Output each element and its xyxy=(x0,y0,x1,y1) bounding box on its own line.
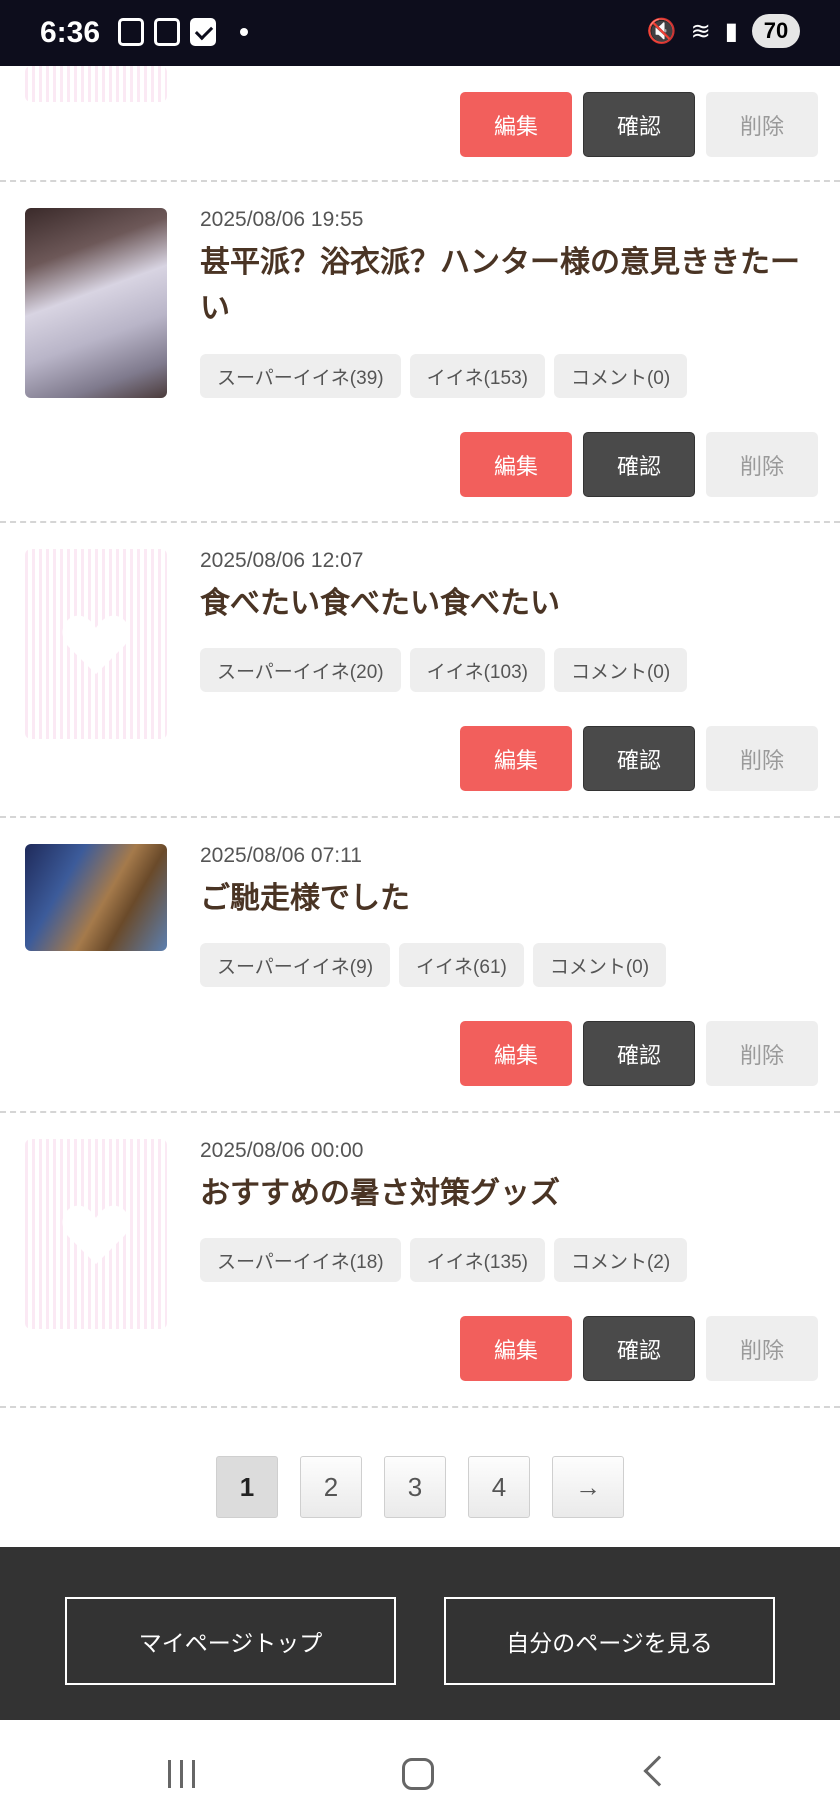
post-title[interactable]: 甚平派？浴衣派？ハンター様の意見ききたーい xyxy=(200,240,810,332)
pagination: 1 2 3 4 → xyxy=(0,1456,840,1518)
post-title[interactable]: おすすめの暑さ対策グッズ xyxy=(200,1171,810,1217)
like-count: イイネ(135) xyxy=(409,1238,545,1282)
notification-icons xyxy=(118,18,248,46)
status-bar: 6:36 🔇 ≋ ▮ 70 xyxy=(0,0,840,66)
super-like-count: スーパーイイネ(18) xyxy=(200,1238,401,1282)
screenshot-icon xyxy=(118,18,144,46)
heart-icon xyxy=(62,1205,130,1265)
super-like-count: スーパーイイネ(9) xyxy=(200,943,391,987)
delete-button[interactable]: 削除 xyxy=(706,432,818,497)
edit-button[interactable]: 編集 xyxy=(460,432,572,497)
post-item: 2025/08/06 12:07 食べたい食べたい食べたい スーパーイイネ(20… xyxy=(0,523,840,818)
like-count: イイネ(61) xyxy=(399,943,524,987)
post-item: 2025/08/06 19:55 甚平派？浴衣派？ハンター様の意見ききたーい ス… xyxy=(0,182,840,523)
post-item-partial: 編集 確認 削除 xyxy=(0,66,840,182)
edit-button[interactable]: 編集 xyxy=(460,726,572,791)
post-thumbnail[interactable] xyxy=(25,208,167,398)
next-page-button[interactable]: → xyxy=(552,1456,624,1518)
recent-apps-icon[interactable] xyxy=(168,1760,200,1788)
edit-button[interactable]: 編集 xyxy=(460,92,572,157)
page-4-button[interactable]: 4 xyxy=(468,1456,530,1518)
clipboard-icon xyxy=(154,18,180,46)
confirm-button[interactable]: 確認 xyxy=(583,1021,695,1086)
signal-icon: ▮ xyxy=(724,17,738,45)
system-nav-bar xyxy=(0,1720,840,1820)
more-notifications-dot xyxy=(240,28,248,36)
confirm-button[interactable]: 確認 xyxy=(583,432,695,497)
mypage-top-button[interactable]: マイページトップ xyxy=(65,1597,396,1685)
post-date: 2025/08/06 19:55 xyxy=(200,208,364,231)
view-my-page-button[interactable]: 自分のページを見る xyxy=(444,1597,775,1685)
status-time: 6:36 xyxy=(40,16,101,49)
super-like-count: スーパーイイネ(39) xyxy=(200,354,401,398)
delete-button[interactable]: 削除 xyxy=(706,1021,818,1086)
delete-button[interactable]: 削除 xyxy=(706,1316,818,1381)
back-icon[interactable] xyxy=(643,1755,675,1787)
checkbox-icon xyxy=(190,18,216,46)
page-2-button[interactable]: 2 xyxy=(300,1456,362,1518)
battery-indicator: 70 xyxy=(752,14,800,48)
footer: マイページトップ 自分のページを見る xyxy=(0,1547,840,1720)
comment-count: コメント(0) xyxy=(553,354,688,398)
post-thumbnail[interactable] xyxy=(25,844,167,951)
post-thumbnail[interactable] xyxy=(25,66,167,102)
like-count: イイネ(153) xyxy=(409,354,545,398)
delete-button[interactable]: 削除 xyxy=(706,726,818,791)
super-like-count: スーパーイイネ(20) xyxy=(200,648,401,692)
post-item: 2025/08/06 00:00 おすすめの暑さ対策グッズ スーパーイイネ(18… xyxy=(0,1113,840,1408)
comment-count: コメント(2) xyxy=(553,1238,688,1282)
wifi-icon: ≋ xyxy=(690,17,711,45)
post-item: 2025/08/06 07:11 ご馳走様でした スーパーイイネ(9) イイネ(… xyxy=(0,818,840,1113)
post-date: 2025/08/06 12:07 xyxy=(200,549,364,572)
edit-button[interactable]: 編集 xyxy=(460,1021,572,1086)
post-thumbnail[interactable] xyxy=(25,1139,167,1329)
page-1-button[interactable]: 1 xyxy=(216,1456,278,1518)
mute-icon: 🔇 xyxy=(646,17,677,45)
page-3-button[interactable]: 3 xyxy=(384,1456,446,1518)
post-date: 2025/08/06 07:11 xyxy=(200,844,362,867)
edit-button[interactable]: 編集 xyxy=(460,1316,572,1381)
confirm-button[interactable]: 確認 xyxy=(583,1316,695,1381)
home-icon[interactable] xyxy=(402,1758,434,1790)
post-title[interactable]: ご馳走様でした xyxy=(200,876,810,922)
post-title[interactable]: 食べたい食べたい食べたい xyxy=(200,581,810,627)
comment-count: コメント(0) xyxy=(553,648,688,692)
comment-count: コメント(0) xyxy=(532,943,667,987)
post-thumbnail[interactable] xyxy=(25,549,167,739)
confirm-button[interactable]: 確認 xyxy=(583,92,695,157)
heart-icon xyxy=(62,615,130,675)
like-count: イイネ(103) xyxy=(409,648,545,692)
confirm-button[interactable]: 確認 xyxy=(583,726,695,791)
post-date: 2025/08/06 00:00 xyxy=(200,1139,364,1162)
delete-button[interactable]: 削除 xyxy=(706,92,818,157)
